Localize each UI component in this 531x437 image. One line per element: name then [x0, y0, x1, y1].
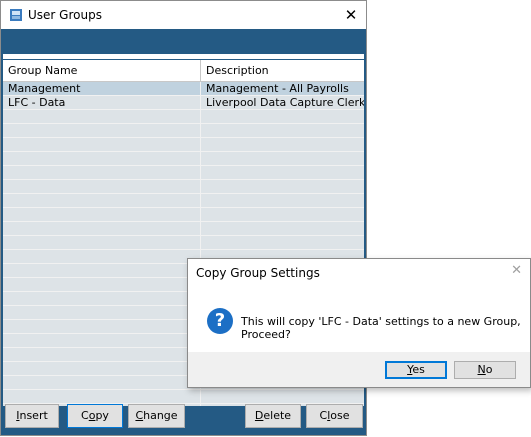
- change-label-post: hange: [143, 409, 178, 422]
- empty-cell: [201, 180, 364, 193]
- table-row: [3, 124, 364, 138]
- yes-label-post: es: [412, 363, 425, 376]
- close-label-post: ose: [330, 409, 350, 422]
- table-row: [3, 180, 364, 194]
- empty-cell: [3, 320, 201, 333]
- empty-cell: [201, 222, 364, 235]
- group-name-cell: LFC - Data: [3, 96, 201, 109]
- app-icon: [10, 9, 22, 21]
- empty-cell: [3, 278, 201, 291]
- close-icon[interactable]: ✕: [336, 1, 366, 29]
- column-header-group-name[interactable]: Group Name: [3, 60, 201, 81]
- insert-button[interactable]: Insert: [5, 404, 59, 428]
- no-label-key: N: [477, 363, 486, 376]
- copy-label-post: py: [95, 409, 109, 422]
- copy-label-pre: C: [81, 409, 89, 422]
- dialog-title: Copy Group Settings: [196, 266, 320, 280]
- insert-label-post: nsert: [19, 409, 48, 422]
- empty-cell: [3, 194, 201, 207]
- empty-cell: [3, 138, 201, 151]
- table-row[interactable]: Management Management - All Payrolls: [3, 82, 364, 96]
- empty-cell: [3, 390, 201, 403]
- empty-cell: [3, 292, 201, 305]
- empty-cell: [201, 124, 364, 137]
- empty-cell: [201, 152, 364, 165]
- window-title: User Groups: [28, 8, 102, 22]
- group-name-cell: Management: [3, 82, 201, 95]
- table-row: [3, 110, 364, 124]
- table-row: [3, 222, 364, 236]
- empty-cell: [3, 236, 201, 249]
- empty-cell: [3, 222, 201, 235]
- grid-header: Group Name Description: [3, 60, 364, 82]
- copy-button[interactable]: Copy: [67, 404, 123, 428]
- yes-button[interactable]: Yes: [385, 361, 447, 379]
- empty-cell: [3, 180, 201, 193]
- delete-label-post: elete: [263, 409, 292, 422]
- close-button[interactable]: Close: [306, 404, 363, 428]
- empty-cell: [201, 194, 364, 207]
- empty-cell: [3, 362, 201, 375]
- table-row: [3, 166, 364, 180]
- table-row: [3, 236, 364, 250]
- no-button[interactable]: No: [454, 361, 516, 379]
- empty-cell: [3, 166, 201, 179]
- table-row[interactable]: LFC - Data Liverpool Data Capture Clerks: [3, 96, 364, 110]
- empty-cell: [3, 306, 201, 319]
- empty-cell: [201, 390, 364, 403]
- copy-group-dialog: Copy Group Settings ✕ ? This will copy '…: [187, 258, 531, 388]
- empty-cell: [3, 348, 201, 361]
- change-button[interactable]: Change: [128, 404, 185, 428]
- description-cell: Management - All Payrolls: [206, 82, 349, 95]
- empty-cell: [201, 166, 364, 179]
- empty-cell: [201, 110, 364, 123]
- table-row: [3, 152, 364, 166]
- table-row: [3, 138, 364, 152]
- question-icon: ?: [207, 308, 233, 334]
- table-row: [3, 208, 364, 222]
- table-row: [3, 390, 364, 404]
- empty-cell: [3, 110, 201, 123]
- empty-cell: [3, 208, 201, 221]
- header-band: [1, 29, 366, 54]
- empty-cell: [3, 376, 201, 389]
- title-bar: User Groups ✕: [1, 1, 366, 29]
- empty-cell: [201, 208, 364, 221]
- column-header-description[interactable]: Description: [201, 60, 364, 81]
- change-label-key: C: [135, 409, 144, 422]
- description-cell: Liverpool Data Capture Clerks: [206, 96, 364, 109]
- empty-cell: [201, 236, 364, 249]
- empty-cell: [3, 250, 201, 263]
- dialog-message: This will copy 'LFC - Data' settings to …: [241, 315, 521, 341]
- dialog-close-icon[interactable]: ✕: [511, 263, 522, 278]
- empty-cell: [3, 124, 201, 137]
- empty-cell: [3, 264, 201, 277]
- no-label-post: o: [485, 363, 493, 376]
- table-row: [3, 194, 364, 208]
- empty-cell: [3, 152, 201, 165]
- empty-cell: [3, 334, 201, 347]
- empty-cell: [201, 138, 364, 151]
- delete-button[interactable]: Delete: [245, 404, 301, 428]
